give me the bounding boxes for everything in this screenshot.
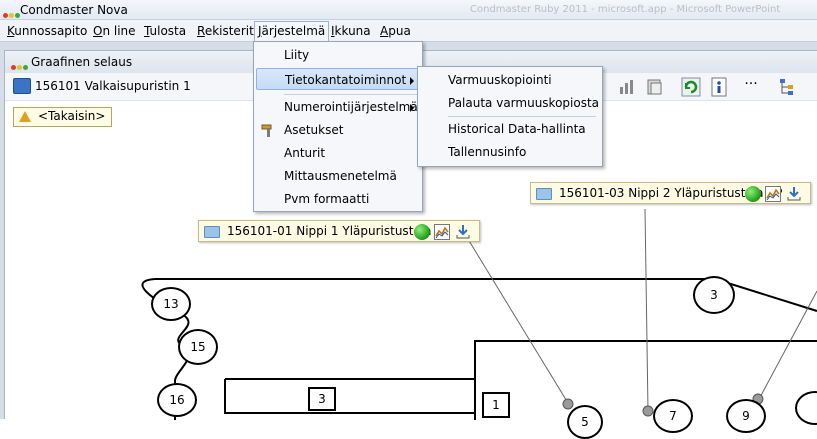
diagram-bubble-9[interactable]: 9	[726, 399, 766, 433]
diagram-bubble-15[interactable]: 15	[178, 329, 218, 365]
traffic-light-icon	[3, 7, 21, 21]
menu-item-tallennusinfo[interactable]: Tallennusinfo	[420, 141, 526, 163]
tietokanta-submenu: Varmuuskopiointi Palauta varmuuskopiosta…	[417, 66, 603, 167]
menu-jarjestelma[interactable]: Järjestelmä	[254, 21, 330, 42]
measurement-tag-03[interactable]: 156101-03 Nippi 2 Yläpuristustela KP	[530, 182, 811, 204]
submenu-arrow-icon	[410, 104, 414, 112]
trend-chart-icon[interactable]	[434, 224, 450, 240]
menu-online[interactable]: On line	[90, 23, 139, 40]
download-icon[interactable]	[786, 186, 802, 202]
tools-icon	[260, 122, 276, 138]
menu-item-mittausmenetelma[interactable]: Mittausmenetelmä	[256, 165, 420, 187]
app-title: Condmaster Nova	[20, 3, 128, 17]
menu-item-palauta-varmuuskopiosta[interactable]: Palauta varmuuskopiosta	[420, 92, 599, 114]
folder-icon	[204, 226, 220, 238]
diagram-box-3[interactable]: 3	[308, 387, 336, 411]
status-ok-icon	[745, 186, 761, 202]
menu-rekisterit[interactable]: Rekisterit	[194, 23, 257, 40]
menu-apua[interactable]: Apua	[377, 23, 414, 40]
folder-icon	[536, 188, 552, 200]
jarjestelma-dropdown: Liity Tietokantatoiminnot Numerointijärj…	[253, 41, 423, 212]
diagram-bubble-3[interactable]: 3	[693, 276, 735, 314]
menubar: Kunnossapito On line Tulosta Rekisterit …	[0, 20, 817, 42]
diagram-bubble-5[interactable]: 5	[567, 405, 603, 439]
menu-item-pvm-formaatti[interactable]: Pvm formaatti	[256, 188, 420, 210]
menu-ikkuna[interactable]: Ikkuna	[328, 23, 374, 40]
diagram-bubble-16[interactable]: 16	[157, 383, 197, 417]
menu-item-anturit[interactable]: Anturit	[256, 142, 420, 164]
download-icon[interactable]	[455, 224, 471, 240]
submenu-arrow-icon	[410, 77, 414, 85]
menu-tulosta[interactable]: Tulosta	[141, 23, 189, 40]
diagram-bubble-7[interactable]: 7	[653, 399, 693, 433]
status-ok-icon	[414, 224, 430, 240]
menu-item-asetukset[interactable]: Asetukset	[256, 119, 420, 141]
menu-item-liity[interactable]: Liity	[256, 44, 420, 66]
diagram-bubble-13[interactable]: 13	[151, 287, 191, 321]
trend-chart-icon[interactable]	[765, 186, 781, 202]
menu-item-tietokantatoiminnot[interactable]: Tietokantatoiminnot	[256, 68, 420, 90]
menu-separator	[448, 116, 596, 117]
menu-separator	[284, 94, 420, 95]
background-window-title: Condmaster Ruby 2011 - microsoft.app - M…	[470, 4, 781, 15]
app-titlebar: Condmaster Nova Condmaster Ruby 2011 - m…	[0, 0, 817, 20]
diagram-box-1[interactable]: 1	[482, 392, 510, 418]
measurement-tag-01[interactable]: 156101-01 Nippi 1 Yläpuristustela KP	[198, 220, 480, 242]
menu-item-historical-data[interactable]: Historical Data-hallinta	[420, 118, 586, 140]
menu-item-varmuuskopiointi[interactable]: Varmuuskopiointi	[420, 69, 552, 91]
menu-kunnossapito[interactable]: Kunnossapito	[4, 23, 90, 40]
menu-item-numerointijarjestelma[interactable]: Numerointijärjestelmä	[256, 96, 420, 118]
